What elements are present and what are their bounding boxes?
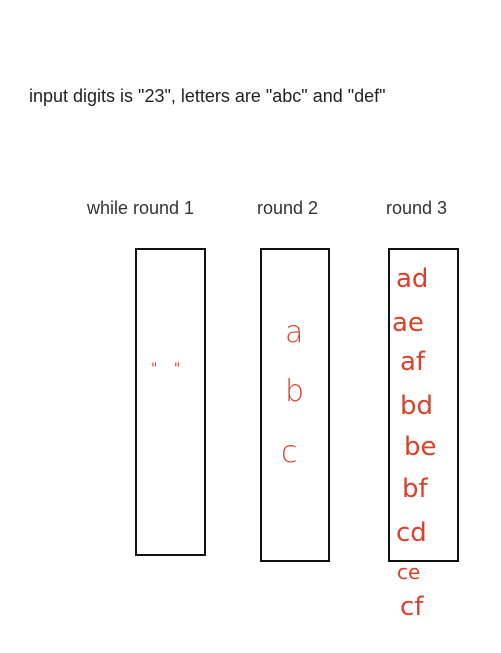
round-3-item-ad: ad (396, 264, 429, 294)
round-1-label: while round 1 (87, 198, 195, 218)
round-3-item-af: af (400, 347, 426, 377)
round-2-label: round 2 (257, 198, 319, 218)
round-1-empty-string: " " (151, 361, 187, 377)
round-2-item-a: a (285, 315, 304, 350)
problem-description: input digits is "23", letters are "abc" … (29, 86, 386, 106)
round-3-item-be: be (404, 432, 437, 462)
round-3-item-ae: ae (392, 308, 424, 338)
round-3-label: round 3 (386, 198, 448, 218)
round-2-item-c: c (281, 435, 298, 470)
round-3-item-bd: bd (400, 391, 434, 421)
round-1-box (135, 248, 206, 556)
round-3-item-cd: cd (396, 518, 427, 548)
round-3-item-cf: cf (400, 592, 424, 622)
round-3-item-ce: ce (397, 560, 421, 584)
round-2-item-b: b (285, 374, 305, 409)
round-3-item-bf: bf (402, 474, 428, 504)
